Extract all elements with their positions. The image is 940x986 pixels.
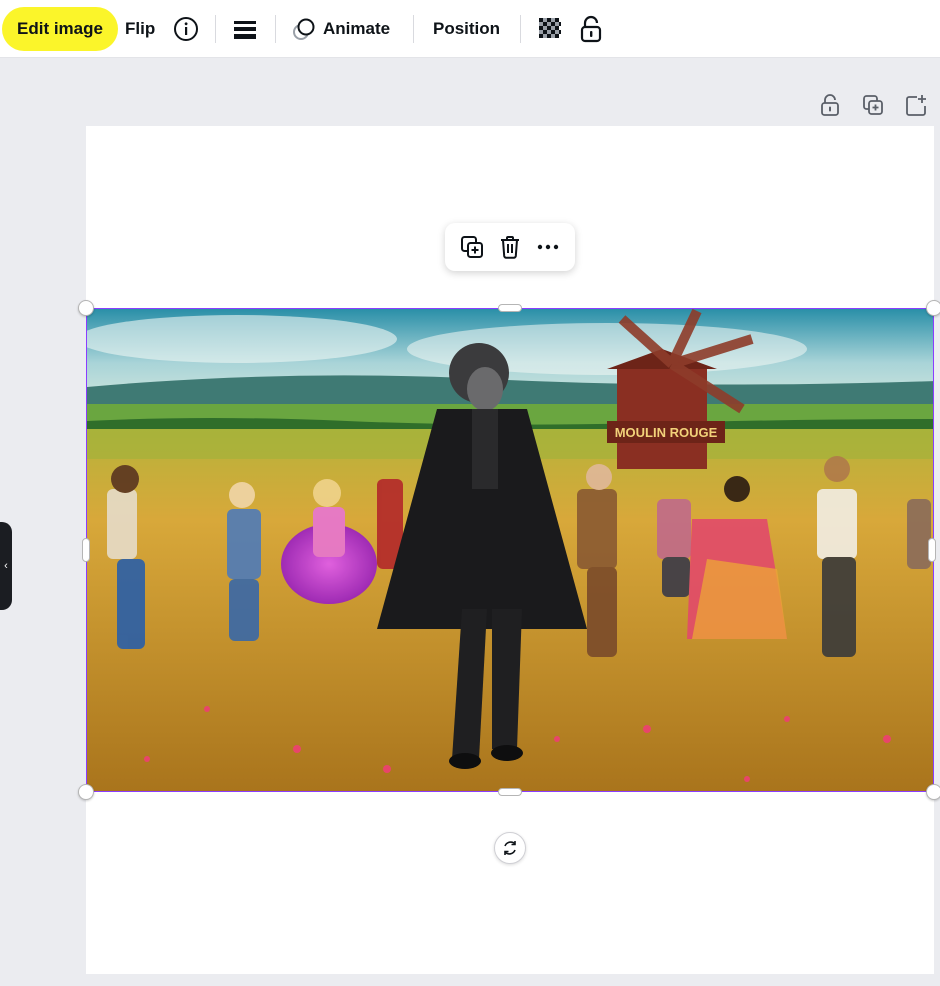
edit-image-button[interactable]: Edit image <box>2 7 118 51</box>
position-button[interactable]: Position <box>433 0 500 58</box>
add-page-icon[interactable] <box>903 92 929 118</box>
side-panel-collapse-button[interactable]: ‹ <box>0 522 12 610</box>
flip-button[interactable]: Flip <box>125 0 155 58</box>
resize-handle-top-left[interactable] <box>78 300 94 316</box>
resize-handle-top[interactable] <box>498 304 522 312</box>
toolbar-divider <box>413 15 414 43</box>
toolbar-divider <box>520 15 521 43</box>
element-floating-menu <box>445 223 575 271</box>
line-weight-icon[interactable] <box>230 14 260 44</box>
dancers-field-image: MOULIN ROUGE <box>87 309 933 791</box>
resize-handle-left[interactable] <box>82 538 90 562</box>
trash-icon[interactable] <box>496 233 524 261</box>
lock-page-icon[interactable] <box>817 92 843 118</box>
rotate-button[interactable] <box>494 832 526 864</box>
resize-handle-bottom-left[interactable] <box>78 784 94 800</box>
top-toolbar: Edit image Flip Animate Position <box>0 0 940 58</box>
resize-handle-bottom[interactable] <box>498 788 522 796</box>
animate-label: Animate <box>323 19 391 38</box>
info-icon[interactable] <box>171 14 201 44</box>
more-icon[interactable] <box>534 233 562 261</box>
duplicate-icon[interactable] <box>458 233 486 261</box>
lock-icon[interactable] <box>576 14 606 44</box>
resize-handle-top-right[interactable] <box>926 300 940 316</box>
toolbar-divider <box>215 15 216 43</box>
duplicate-page-icon[interactable] <box>860 92 886 118</box>
resize-handle-bottom-right[interactable] <box>926 784 940 800</box>
animate-button[interactable]: Animate <box>291 0 390 58</box>
toolbar-divider <box>275 15 276 43</box>
transparency-icon[interactable] <box>535 14 565 44</box>
rotate-icon <box>504 841 516 855</box>
windmill-sign: MOULIN ROUGE <box>615 425 718 440</box>
resize-handle-right[interactable] <box>928 538 936 562</box>
animate-icon <box>291 16 317 42</box>
selected-image[interactable]: MOULIN ROUGE <box>86 308 934 792</box>
